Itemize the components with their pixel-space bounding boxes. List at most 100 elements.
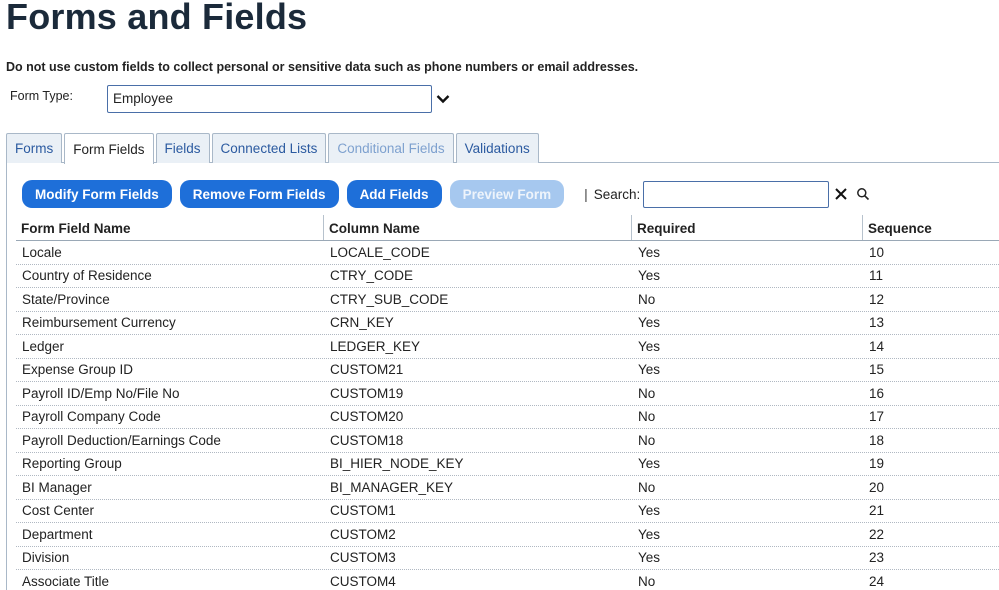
cell-sequence: 24: [869, 573, 885, 589]
cell-column-name: BI_MANAGER_KEY: [330, 479, 454, 495]
add-fields-button[interactable]: Add Fields: [346, 180, 442, 208]
table-row[interactable]: Payroll Deduction/Earnings Code CUSTOM18 N…: [16, 429, 999, 453]
tab-label: Fields: [164, 141, 201, 156]
cell-sequence: 14: [869, 338, 885, 354]
table-row[interactable]: Locale LOCALE_CODE Yes 10: [16, 241, 999, 265]
cell-sequence: 18: [869, 432, 885, 448]
cell-form-field-name: State/Province: [22, 291, 110, 307]
tab-fields[interactable]: Fields: [155, 133, 210, 163]
table-row[interactable]: Reporting Group BI_HIER_NODE_KEY Yes 19: [16, 453, 999, 476]
cell-form-field-name: Division: [22, 550, 70, 566]
table-row[interactable]: Payroll ID/Emp No/File No CUSTOM19 No 16: [16, 382, 999, 406]
close-icon[interactable]: [831, 184, 851, 204]
cell-required: No: [638, 573, 656, 589]
column-header-column-name[interactable]: Column Name: [324, 215, 632, 240]
table-row[interactable]: Cost Center CUSTOM1 Yes 21: [16, 500, 999, 523]
table-row[interactable]: Expense Group ID CUSTOM21 Yes 15: [16, 359, 999, 382]
table-header: Form Field Name Column Name Required Seq…: [16, 215, 999, 241]
form-type-label: Form Type:: [10, 89, 73, 103]
tab-bar: Forms Form Fields Fields Connected Lists…: [6, 133, 999, 164]
form-type-value[interactable]: Employee: [107, 85, 432, 113]
cell-column-name: CUSTOM3: [330, 550, 396, 566]
cell-form-field-name: Department: [22, 526, 93, 542]
column-header-form-field-name[interactable]: Form Field Name: [16, 215, 324, 240]
cell-required: Yes: [638, 315, 661, 331]
cell-form-field-name: Payroll Deduction/Earnings Code: [22, 432, 221, 448]
tab-validations[interactable]: Validations: [455, 133, 539, 163]
cell-form-field-name: Payroll ID/Emp No/File No: [22, 385, 180, 401]
page-title: Forms and Fields: [6, 0, 308, 37]
form-fields-table: Form Field Name Column Name Required Seq…: [16, 215, 999, 590]
cell-form-field-name: Ledger: [22, 338, 65, 354]
table-row[interactable]: State/Province CTRY_SUB_CODE No 12: [16, 288, 999, 312]
chevron-down-icon[interactable]: [432, 85, 454, 113]
tab-forms[interactable]: Forms: [6, 133, 63, 163]
tab-label: Form Fields: [73, 141, 145, 157]
cell-column-name: CUSTOM19: [330, 385, 404, 401]
cell-form-field-name: Cost Center: [22, 503, 95, 519]
cell-form-field-name: Expense Group ID: [22, 362, 134, 378]
cell-required: Yes: [638, 362, 661, 378]
form-type-select[interactable]: Employee: [107, 85, 454, 113]
column-header-sequence[interactable]: Sequence: [863, 215, 999, 240]
cell-column-name: CUSTOM2: [330, 526, 396, 542]
cell-column-name: CUSTOM20: [330, 409, 404, 425]
toolbar-separator: |: [584, 186, 588, 202]
preview-form-button: Preview Form: [449, 180, 565, 208]
cell-sequence: 22: [869, 526, 885, 542]
cell-required: No: [638, 291, 656, 307]
cell-required: Yes: [638, 503, 661, 519]
cell-sequence: 15: [869, 362, 885, 378]
table-row[interactable]: Division CUSTOM3 Yes 23: [16, 547, 999, 570]
cell-required: No: [638, 432, 656, 448]
tab-conditional-fields[interactable]: Conditional Fields: [328, 133, 454, 163]
cell-sequence: 16: [869, 385, 885, 401]
table-body: Locale LOCALE_CODE Yes 10 Country of Residen…: [16, 241, 999, 590]
table-row[interactable]: BI Manager BI_MANAGER_KEY No 20: [16, 476, 999, 500]
cell-required: No: [638, 479, 656, 495]
cell-sequence: 10: [869, 244, 885, 260]
table-row[interactable]: Country of Residence CTRY_CODE Yes 11: [16, 265, 999, 288]
column-header-required[interactable]: Required: [632, 215, 863, 240]
table-row[interactable]: Department CUSTOM2 Yes 22: [16, 523, 999, 547]
tab-form-fields[interactable]: Form Fields: [64, 133, 154, 164]
tab-label: Conditional Fields: [337, 141, 445, 156]
cell-column-name: CUSTOM1: [330, 503, 396, 519]
tab-connected-lists[interactable]: Connected Lists: [211, 133, 327, 163]
cell-sequence: 23: [869, 550, 885, 566]
cell-column-name: LOCALE_CODE: [330, 244, 430, 260]
search-input[interactable]: [643, 180, 830, 208]
search-icon[interactable]: [853, 184, 873, 204]
cell-column-name: CTRY_CODE: [330, 268, 414, 284]
cell-required: Yes: [638, 244, 661, 260]
cell-form-field-name: Payroll Company Code: [22, 409, 161, 425]
toolbar: Modify Form Fields Remove Form Fields Ad…: [22, 180, 873, 208]
cell-sequence: 20: [869, 479, 885, 495]
cell-column-name: CUSTOM21: [330, 362, 404, 378]
cell-required: Yes: [638, 550, 661, 566]
cell-sequence: 11: [869, 268, 884, 284]
tab-label: Forms: [15, 141, 54, 156]
cell-column-name: BI_HIER_NODE_KEY: [330, 456, 464, 472]
tab-label: Validations: [464, 141, 530, 156]
cell-form-field-name: Reimbursement Currency: [22, 315, 176, 331]
cell-column-name: CTRY_SUB_CODE: [330, 291, 449, 307]
cell-required: No: [638, 409, 656, 425]
modify-form-fields-button[interactable]: Modify Form Fields: [22, 180, 172, 208]
cell-column-name: CUSTOM4: [330, 573, 396, 589]
remove-form-fields-button[interactable]: Remove Form Fields: [179, 180, 339, 208]
tab-label: Connected Lists: [220, 141, 318, 156]
table-row[interactable]: Associate Title CUSTOM4 No 24: [16, 570, 999, 590]
cell-sequence: 12: [869, 291, 885, 307]
cell-form-field-name: Locale: [22, 244, 62, 260]
cell-sequence: 13: [869, 315, 885, 331]
cell-sequence: 17: [869, 409, 885, 425]
table-row[interactable]: Ledger LEDGER_KEY Yes 14: [16, 335, 999, 359]
table-row[interactable]: Payroll Company Code CUSTOM20 No 17: [16, 406, 999, 429]
cell-form-field-name: Associate Title: [22, 573, 110, 589]
table-row[interactable]: Reimbursement Currency CRN_KEY Yes 13: [16, 312, 999, 335]
cell-form-field-name: BI Manager: [22, 479, 92, 495]
cell-required: Yes: [638, 268, 661, 284]
cell-sequence: 21: [869, 503, 885, 519]
privacy-notice: Do not use custom fields to collect pers…: [6, 60, 639, 74]
